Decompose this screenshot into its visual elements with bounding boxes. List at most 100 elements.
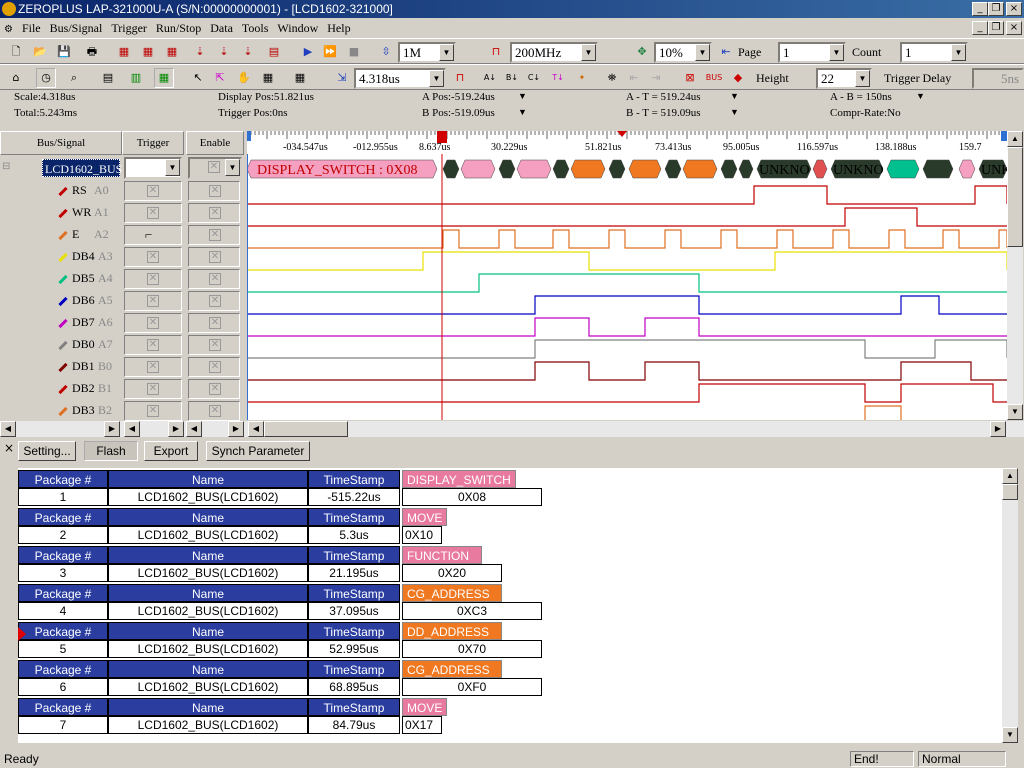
bus-packet-segment[interactable]: [516, 159, 552, 179]
bar-c-icon[interactable]: C↓: [524, 68, 544, 88]
scroll-left-icon[interactable]: ◀: [0, 421, 16, 437]
bus-packet-segment[interactable]: [460, 159, 496, 179]
trigger-delay-field[interactable]: 5ns: [972, 68, 1024, 89]
trigger-cell[interactable]: ✕: [124, 379, 182, 399]
enable-cell[interactable]: ✕: [188, 181, 240, 201]
page-select[interactable]: 1 ▼: [778, 42, 846, 63]
trigger-cell[interactable]: ✕: [124, 357, 182, 377]
chevron-down-icon[interactable]: ▼: [581, 44, 596, 61]
signal-row[interactable]: E A2: [0, 223, 122, 245]
trigger-cell[interactable]: ✕: [124, 269, 182, 289]
chevron-down-icon[interactable]: ▼: [225, 159, 240, 176]
signal-waveform[interactable]: [247, 383, 1007, 403]
bus-packet-segment[interactable]: [628, 159, 662, 179]
close-button[interactable]: ×: [1006, 2, 1022, 16]
signal-waveform[interactable]: [247, 229, 1007, 249]
enable-cell[interactable]: ✕: [188, 203, 240, 223]
new-icon[interactable]: 🗋: [6, 42, 26, 62]
height-select[interactable]: 22 ▼: [816, 68, 872, 89]
signal-waveform[interactable]: [247, 273, 1007, 293]
menu-window[interactable]: Window: [277, 21, 318, 35]
clock-icon[interactable]: ◷: [36, 68, 56, 88]
packet-list[interactable]: Package # Name TimeStamp 1 LCD1602_BUS(LCD16…: [18, 468, 1002, 743]
chevron-down-icon[interactable]: ▼: [439, 44, 454, 61]
enable-cell[interactable]: ✕: [188, 335, 240, 355]
signal-waveform[interactable]: [247, 317, 1007, 337]
trigger-cell[interactable]: ✕: [124, 203, 182, 223]
synch-parameter-button[interactable]: Synch Parameter: [206, 441, 310, 461]
bus-packet-segment[interactable]: [442, 159, 460, 179]
enable-cell[interactable]: ✕: [188, 291, 240, 311]
bus-packet-segment[interactable]: [958, 159, 976, 179]
select-cursor-icon[interactable]: ⇱: [210, 68, 230, 88]
hand-icon[interactable]: ✋: [234, 68, 254, 88]
scroll-up-icon[interactable]: ▲: [1002, 468, 1018, 484]
decode-icon[interactable]: ◆: [728, 68, 748, 88]
bus-packet-segment[interactable]: [922, 159, 954, 179]
bar-b-icon[interactable]: B↓: [502, 68, 522, 88]
filter-icon[interactable]: ⊠: [680, 68, 700, 88]
list-view-icon[interactable]: ▥: [126, 68, 146, 88]
signal-waveform[interactable]: [247, 251, 1007, 271]
flash-button[interactable]: Flash: [84, 441, 138, 461]
signal-row[interactable]: DB1 B0: [0, 355, 122, 377]
bar-a-icon[interactable]: A↓: [480, 68, 500, 88]
trigger-header[interactable]: Trigger: [122, 131, 184, 155]
enable-cell[interactable]: ✕: [188, 313, 240, 333]
report-icon[interactable]: ▤: [264, 42, 284, 62]
trigger-cell[interactable]: ✕: [124, 247, 182, 267]
packet-vscrollbar[interactable]: ▲ ▼: [1002, 468, 1018, 743]
minimize-button[interactable]: _: [972, 2, 988, 16]
bus-packet-segment[interactable]: [682, 159, 718, 179]
bus-icon[interactable]: BUS: [704, 68, 724, 88]
chevron-down-icon[interactable]: ▼: [165, 159, 180, 176]
bus-name[interactable]: LCD1602_BUS: [42, 159, 122, 177]
bus-packet-segment[interactable]: [552, 159, 570, 179]
enable-cell[interactable]: ✕: [188, 247, 240, 267]
menu-data[interactable]: Data: [210, 21, 233, 35]
trigger-marker[interactable]: [437, 131, 447, 143]
menu-bus-signal[interactable]: Bus/Signal: [50, 21, 103, 35]
trigger-cell[interactable]: ✕: [124, 401, 182, 421]
wave-scroll-left-icon[interactable]: ◀: [248, 421, 264, 437]
waveform-icon[interactable]: ⊓: [450, 68, 470, 88]
count-select[interactable]: 1 ▼: [900, 42, 968, 63]
stop-icon[interactable]: ■: [344, 42, 364, 62]
save-icon[interactable]: 💾: [54, 42, 74, 62]
export-button[interactable]: Export: [144, 441, 198, 461]
bus-packet-segment[interactable]: [720, 159, 738, 179]
signal-row[interactable]: DB6 A5: [0, 289, 122, 311]
scroll-down-icon[interactable]: ▼: [1007, 404, 1023, 420]
chevron-down-icon[interactable]: ▼: [518, 91, 527, 101]
capture-icon[interactable]: ▦: [114, 42, 134, 62]
signal-waveform[interactable]: [247, 361, 1007, 381]
bus-signal-header[interactable]: Bus/Signal: [0, 131, 122, 155]
scroll-thumb[interactable]: [1007, 147, 1023, 247]
bus-packet-segment[interactable]: [886, 159, 920, 179]
doc-icon[interactable]: ⚙: [4, 24, 13, 35]
capture-bus-icon[interactable]: ▦: [138, 42, 158, 62]
signal-waveform[interactable]: [247, 185, 1007, 205]
trigger-cell[interactable]: ✕: [124, 181, 182, 201]
bus-trigger-select[interactable]: ▼: [124, 157, 182, 179]
chevron-down-icon[interactable]: ▼: [695, 44, 710, 61]
scroll-right-icon[interactable]: ▶: [104, 421, 120, 437]
chevron-down-icon[interactable]: ▼: [730, 91, 739, 101]
menu-file[interactable]: File: [22, 21, 41, 35]
signal-row[interactable]: DB3 B2: [0, 399, 122, 421]
packet-view-icon[interactable]: ▦: [154, 68, 174, 88]
chevron-down-icon[interactable]: ▼: [730, 107, 739, 117]
chevron-down-icon[interactable]: ▼: [518, 107, 527, 117]
bus-packet-segment[interactable]: [664, 159, 682, 179]
prev-search-icon[interactable]: ⇤: [624, 68, 644, 88]
cursor-b-icon[interactable]: ⇣: [214, 42, 234, 62]
close-panel-icon[interactable]: ×: [4, 441, 14, 455]
enable-cell[interactable]: ✕: [188, 225, 240, 245]
search-signal-icon[interactable]: ⌕: [64, 68, 84, 88]
menu-trigger[interactable]: Trigger: [111, 21, 147, 35]
grid-view-icon[interactable]: ▤: [98, 68, 118, 88]
scale-select[interactable]: 4.318us ▼: [354, 68, 446, 89]
signal-row[interactable]: WR A1: [0, 201, 122, 223]
open-icon[interactable]: 📂: [30, 42, 50, 62]
time-ruler[interactable]: -034.547us -012.955us 8.637us 30.229us 51.82…: [247, 131, 1007, 154]
